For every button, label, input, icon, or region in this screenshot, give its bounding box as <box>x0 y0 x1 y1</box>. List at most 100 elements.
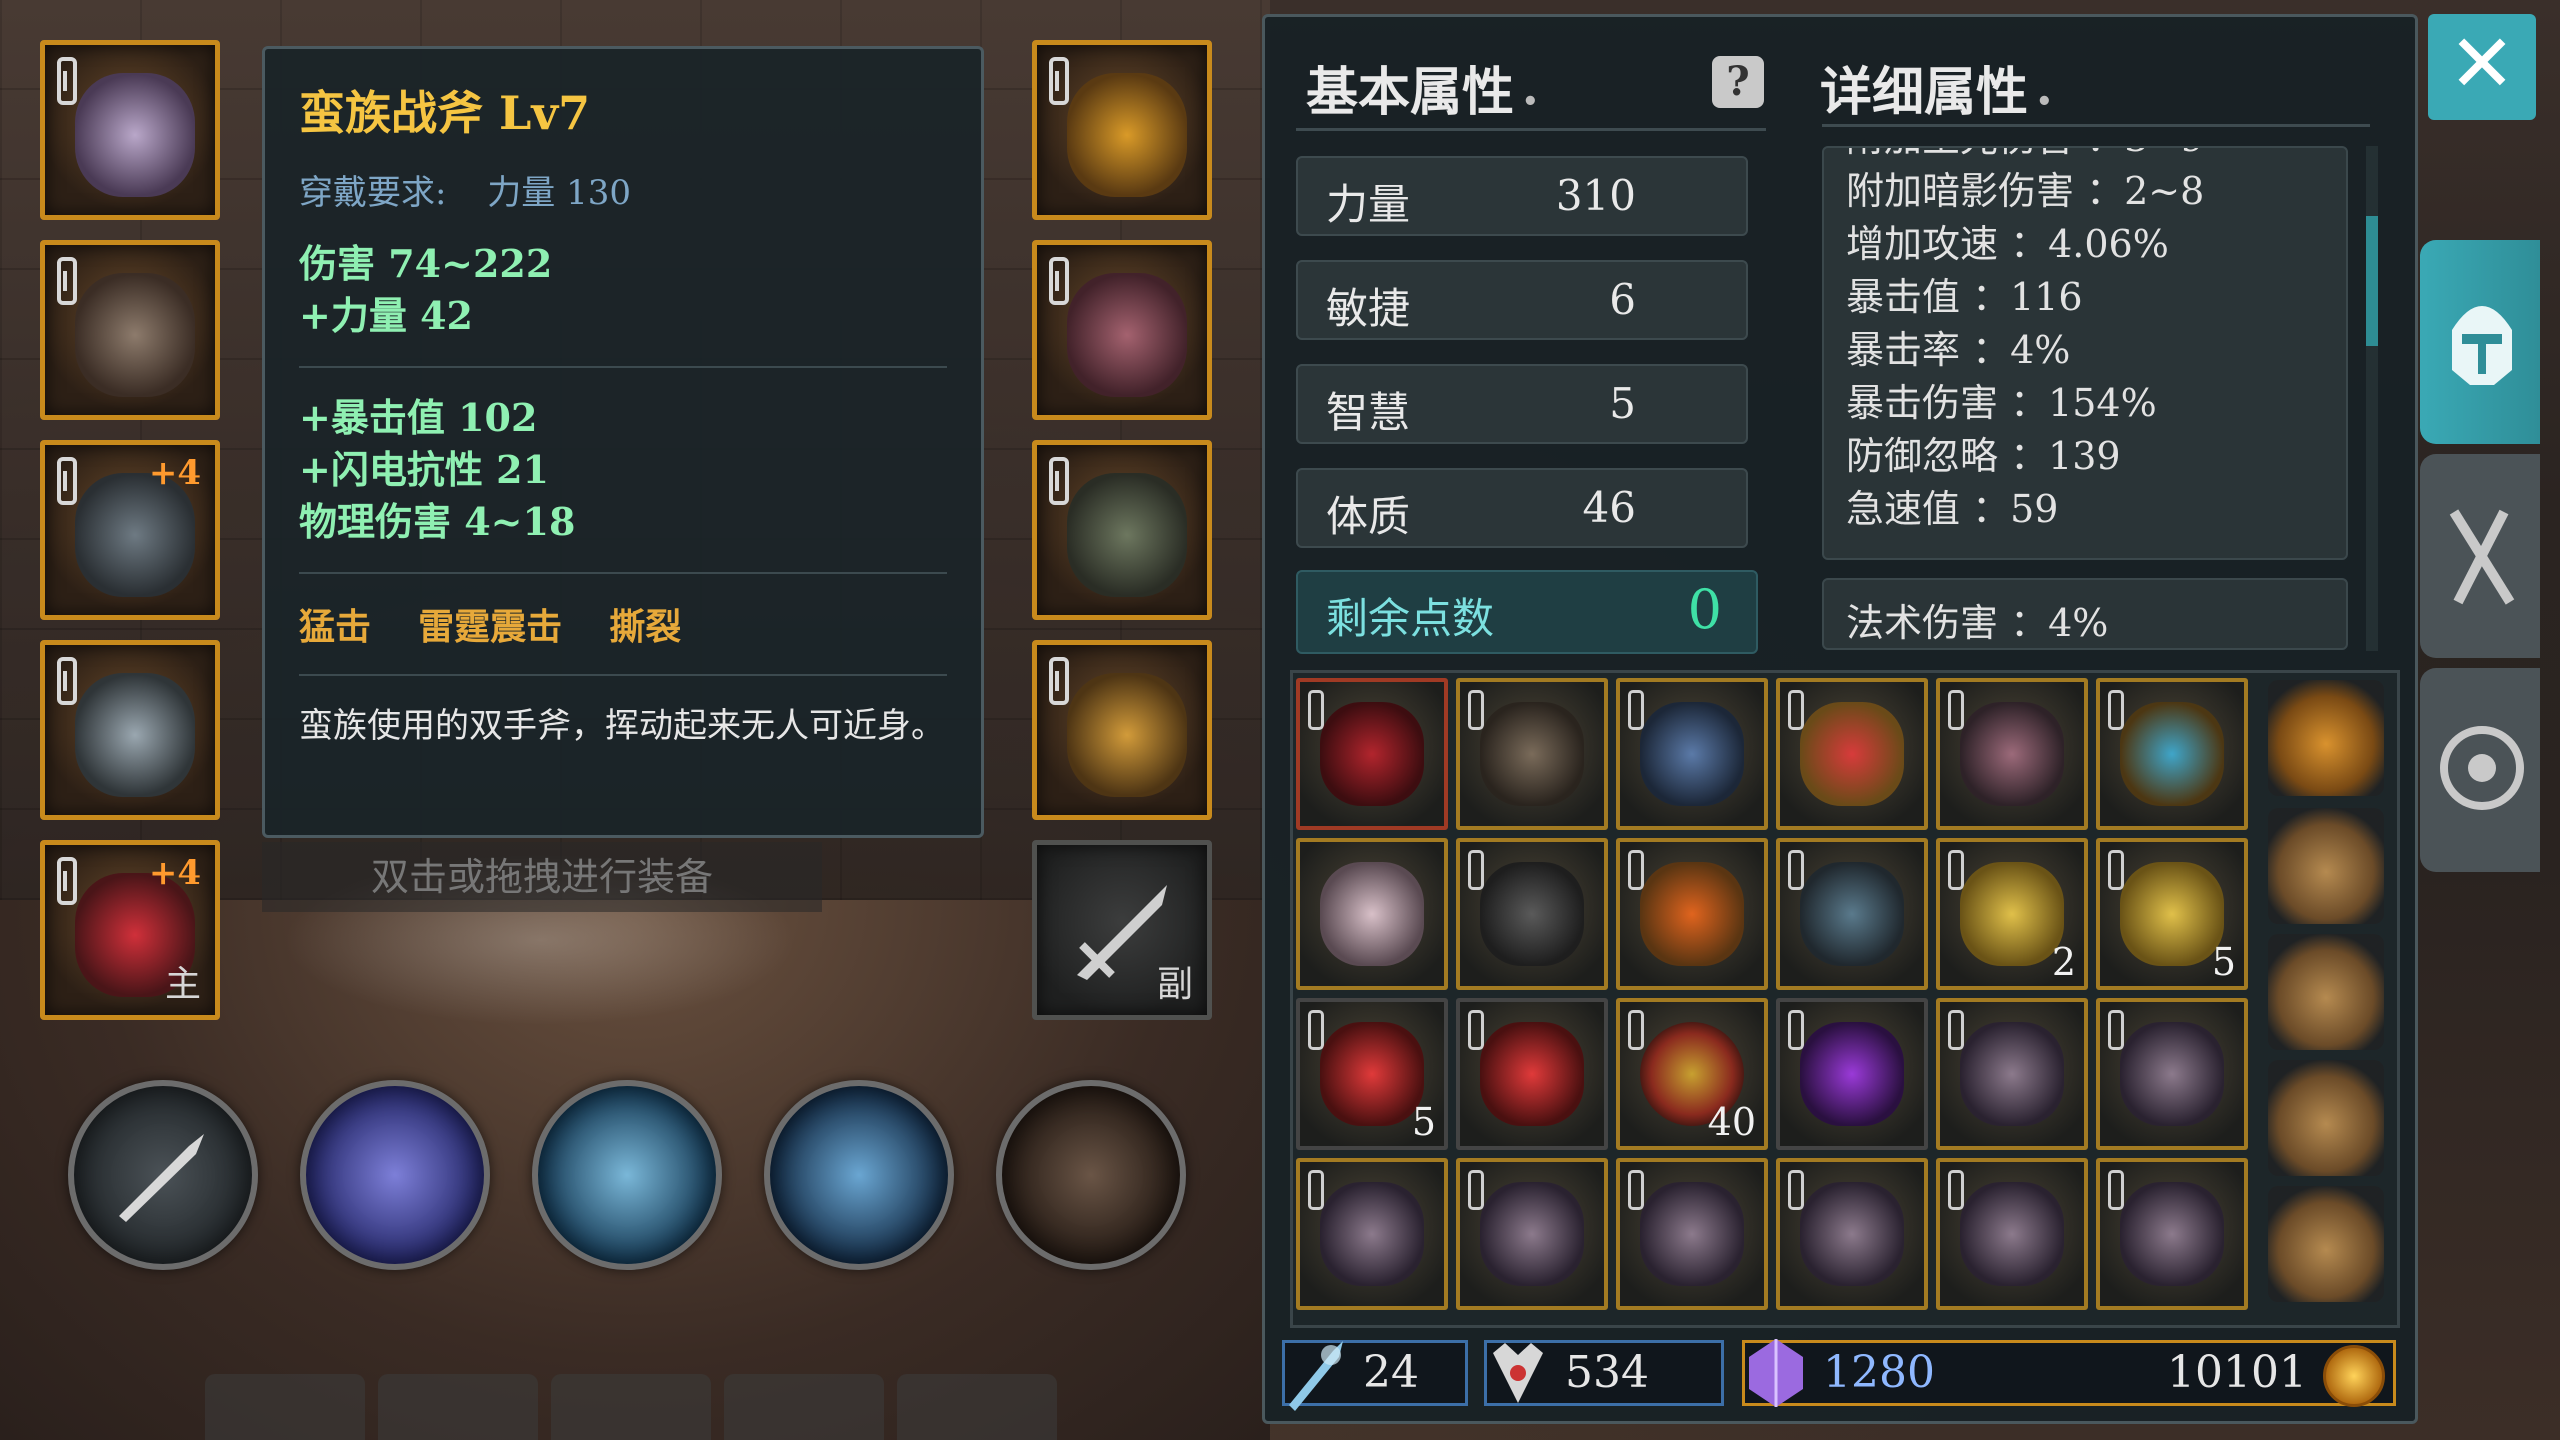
ring-icon <box>2120 702 2224 806</box>
inventory-slot[interactable] <box>1936 1158 2088 1310</box>
axe-icon <box>2120 1022 2224 1126</box>
lock-icon <box>2108 1010 2124 1050</box>
divider <box>299 674 947 676</box>
inventory-slot[interactable] <box>2096 998 2248 1150</box>
lock-icon <box>1049 657 1069 705</box>
requirement-value: 力量 130 <box>487 173 631 213</box>
health-potion-icon <box>1320 1022 1424 1126</box>
bottom-tab[interactable] <box>897 1374 1057 1440</box>
stat-label: 体质 <box>1326 492 1411 541</box>
item-description: 蛮族使用的双手斧，挥动起来无人可近身。 <box>299 706 945 746</box>
inventory-slot[interactable]: 40 <box>1616 998 1768 1150</box>
lock-icon <box>1788 690 1804 730</box>
detail-row: 暴击伤害 ：154% <box>1846 381 2157 425</box>
remaining-points: 剩余点数 0 <box>1296 570 1758 654</box>
inventory-slot[interactable] <box>1936 678 2088 830</box>
requirement-label: 穿戴要求: <box>299 173 447 213</box>
lock-icon <box>1628 690 1644 730</box>
equip-slot-offhand[interactable]: 副 <box>1032 840 1212 1020</box>
equip-slot-gloves[interactable]: +4 <box>40 440 220 620</box>
stack-count: 5 <box>1411 1100 1436 1144</box>
skill-whirlwind[interactable] <box>764 1080 954 1270</box>
bottom-tab[interactable] <box>551 1374 711 1440</box>
bottom-tab[interactable] <box>724 1374 884 1440</box>
inventory-slot[interactable] <box>1776 1158 1928 1310</box>
equip-slot-helmet[interactable] <box>40 40 220 220</box>
bag-tab[interactable] <box>2268 1186 2384 1302</box>
stat-wisdom: 智慧 5 <box>1296 364 1748 444</box>
detail-row: 暴击值 ：116 <box>1846 275 2083 319</box>
equip-slot-main-weapon[interactable]: +4 主 <box>40 840 220 1020</box>
inventory-slot[interactable]: 2 <box>1936 838 2088 990</box>
inventory-slot[interactable] <box>1456 998 1608 1150</box>
close-button[interactable]: ✕ <box>2428 14 2536 120</box>
equip-slot-armor[interactable] <box>40 240 220 420</box>
inventory-slot[interactable] <box>1456 838 1608 990</box>
crystal-value: 534 <box>1565 1347 1649 1398</box>
inventory-slot[interactable] <box>1936 998 2088 1150</box>
detailed-attributes-list[interactable]: 附加圣光伤害 ：3~9 附加暗影伤害 ：2~8 增加攻速 ：4.06% 暴击值 … <box>1822 146 2348 560</box>
crystal-icon <box>1493 1343 1543 1403</box>
cloak-icon <box>1320 702 1424 806</box>
inventory-slot[interactable]: 5 <box>2096 838 2248 990</box>
lock-icon <box>1948 1010 1964 1050</box>
equip-slot-boots[interactable] <box>1032 440 1212 620</box>
detailed-attributes-header[interactable]: 详细属性 • <box>1820 50 2053 125</box>
equip-slot-ring-2[interactable] <box>1032 640 1212 820</box>
equip-slot-ring[interactable] <box>40 640 220 820</box>
axe-icon <box>2120 1182 2224 1286</box>
inventory-slot[interactable] <box>1456 678 1608 830</box>
skill-stomp[interactable] <box>996 1080 1186 1270</box>
sword-icon <box>119 1134 204 1222</box>
stat-value: 46 <box>1582 483 1636 532</box>
tab-equipment[interactable] <box>2420 240 2540 444</box>
tab-skills[interactable] <box>2420 454 2540 658</box>
inventory-slot[interactable] <box>1616 678 1768 830</box>
inventory-slot[interactable] <box>1776 678 1928 830</box>
skill-basic-attack[interactable] <box>68 1080 258 1270</box>
lock-icon <box>1788 1010 1804 1050</box>
equip-slot-belt[interactable] <box>1032 240 1212 420</box>
bag-tab[interactable] <box>2268 934 2384 1050</box>
skill-wave[interactable] <box>532 1080 722 1270</box>
tab-settings[interactable] <box>2420 668 2540 872</box>
bag-tab[interactable] <box>2268 1060 2384 1176</box>
arrow-icon <box>1289 1341 1343 1411</box>
lock-icon <box>1308 1010 1324 1050</box>
inventory-slot[interactable] <box>2096 678 2248 830</box>
inventory-slot[interactable] <box>1456 1158 1608 1310</box>
lock-icon <box>1049 57 1069 105</box>
bag-tab[interactable] <box>2268 808 2384 924</box>
inventory-slot[interactable] <box>1296 1158 1448 1310</box>
base-stat-line: +力量 42 <box>299 293 473 338</box>
skill-charge[interactable] <box>300 1080 490 1270</box>
scroll-icon <box>1960 862 2064 966</box>
inventory-slot[interactable] <box>1616 838 1768 990</box>
axe-icon <box>1320 1182 1424 1286</box>
scrollbar-thumb[interactable] <box>2366 216 2378 346</box>
currency-gems-gold: 1280 10101 <box>1742 1339 2396 1407</box>
basic-attributes-header[interactable]: 基本属性 • <box>1306 50 1539 125</box>
equip-slot-necklace[interactable] <box>1032 40 1212 220</box>
help-button[interactable]: ? <box>1712 56 1764 108</box>
helmet-icon <box>2452 306 2512 385</box>
lock-icon <box>1788 1170 1804 1210</box>
bag-tab-active[interactable] <box>2268 680 2384 796</box>
basic-attributes-title: 基本属性 <box>1306 62 1515 123</box>
bottom-tab[interactable] <box>378 1374 538 1440</box>
stack-count: 5 <box>2211 940 2236 984</box>
inventory-slot[interactable] <box>1296 838 1448 990</box>
bottom-tab[interactable] <box>205 1374 365 1440</box>
stat-value: 310 <box>1555 171 1636 220</box>
lock-icon <box>1628 1170 1644 1210</box>
inventory-slot[interactable] <box>2096 1158 2248 1310</box>
stat-value: 5 <box>1609 379 1636 428</box>
inventory-slot[interactable] <box>1616 1158 1768 1310</box>
inventory-slot[interactable] <box>1776 838 1928 990</box>
inventory-slot[interactable] <box>1776 998 1928 1150</box>
inventory-slot[interactable] <box>1296 678 1448 830</box>
inventory-slot[interactable]: 5 <box>1296 998 1448 1150</box>
lock-icon <box>57 57 77 105</box>
stack-count: 40 <box>1707 1100 1756 1144</box>
gold-value: 10101 <box>2167 1347 2307 1398</box>
